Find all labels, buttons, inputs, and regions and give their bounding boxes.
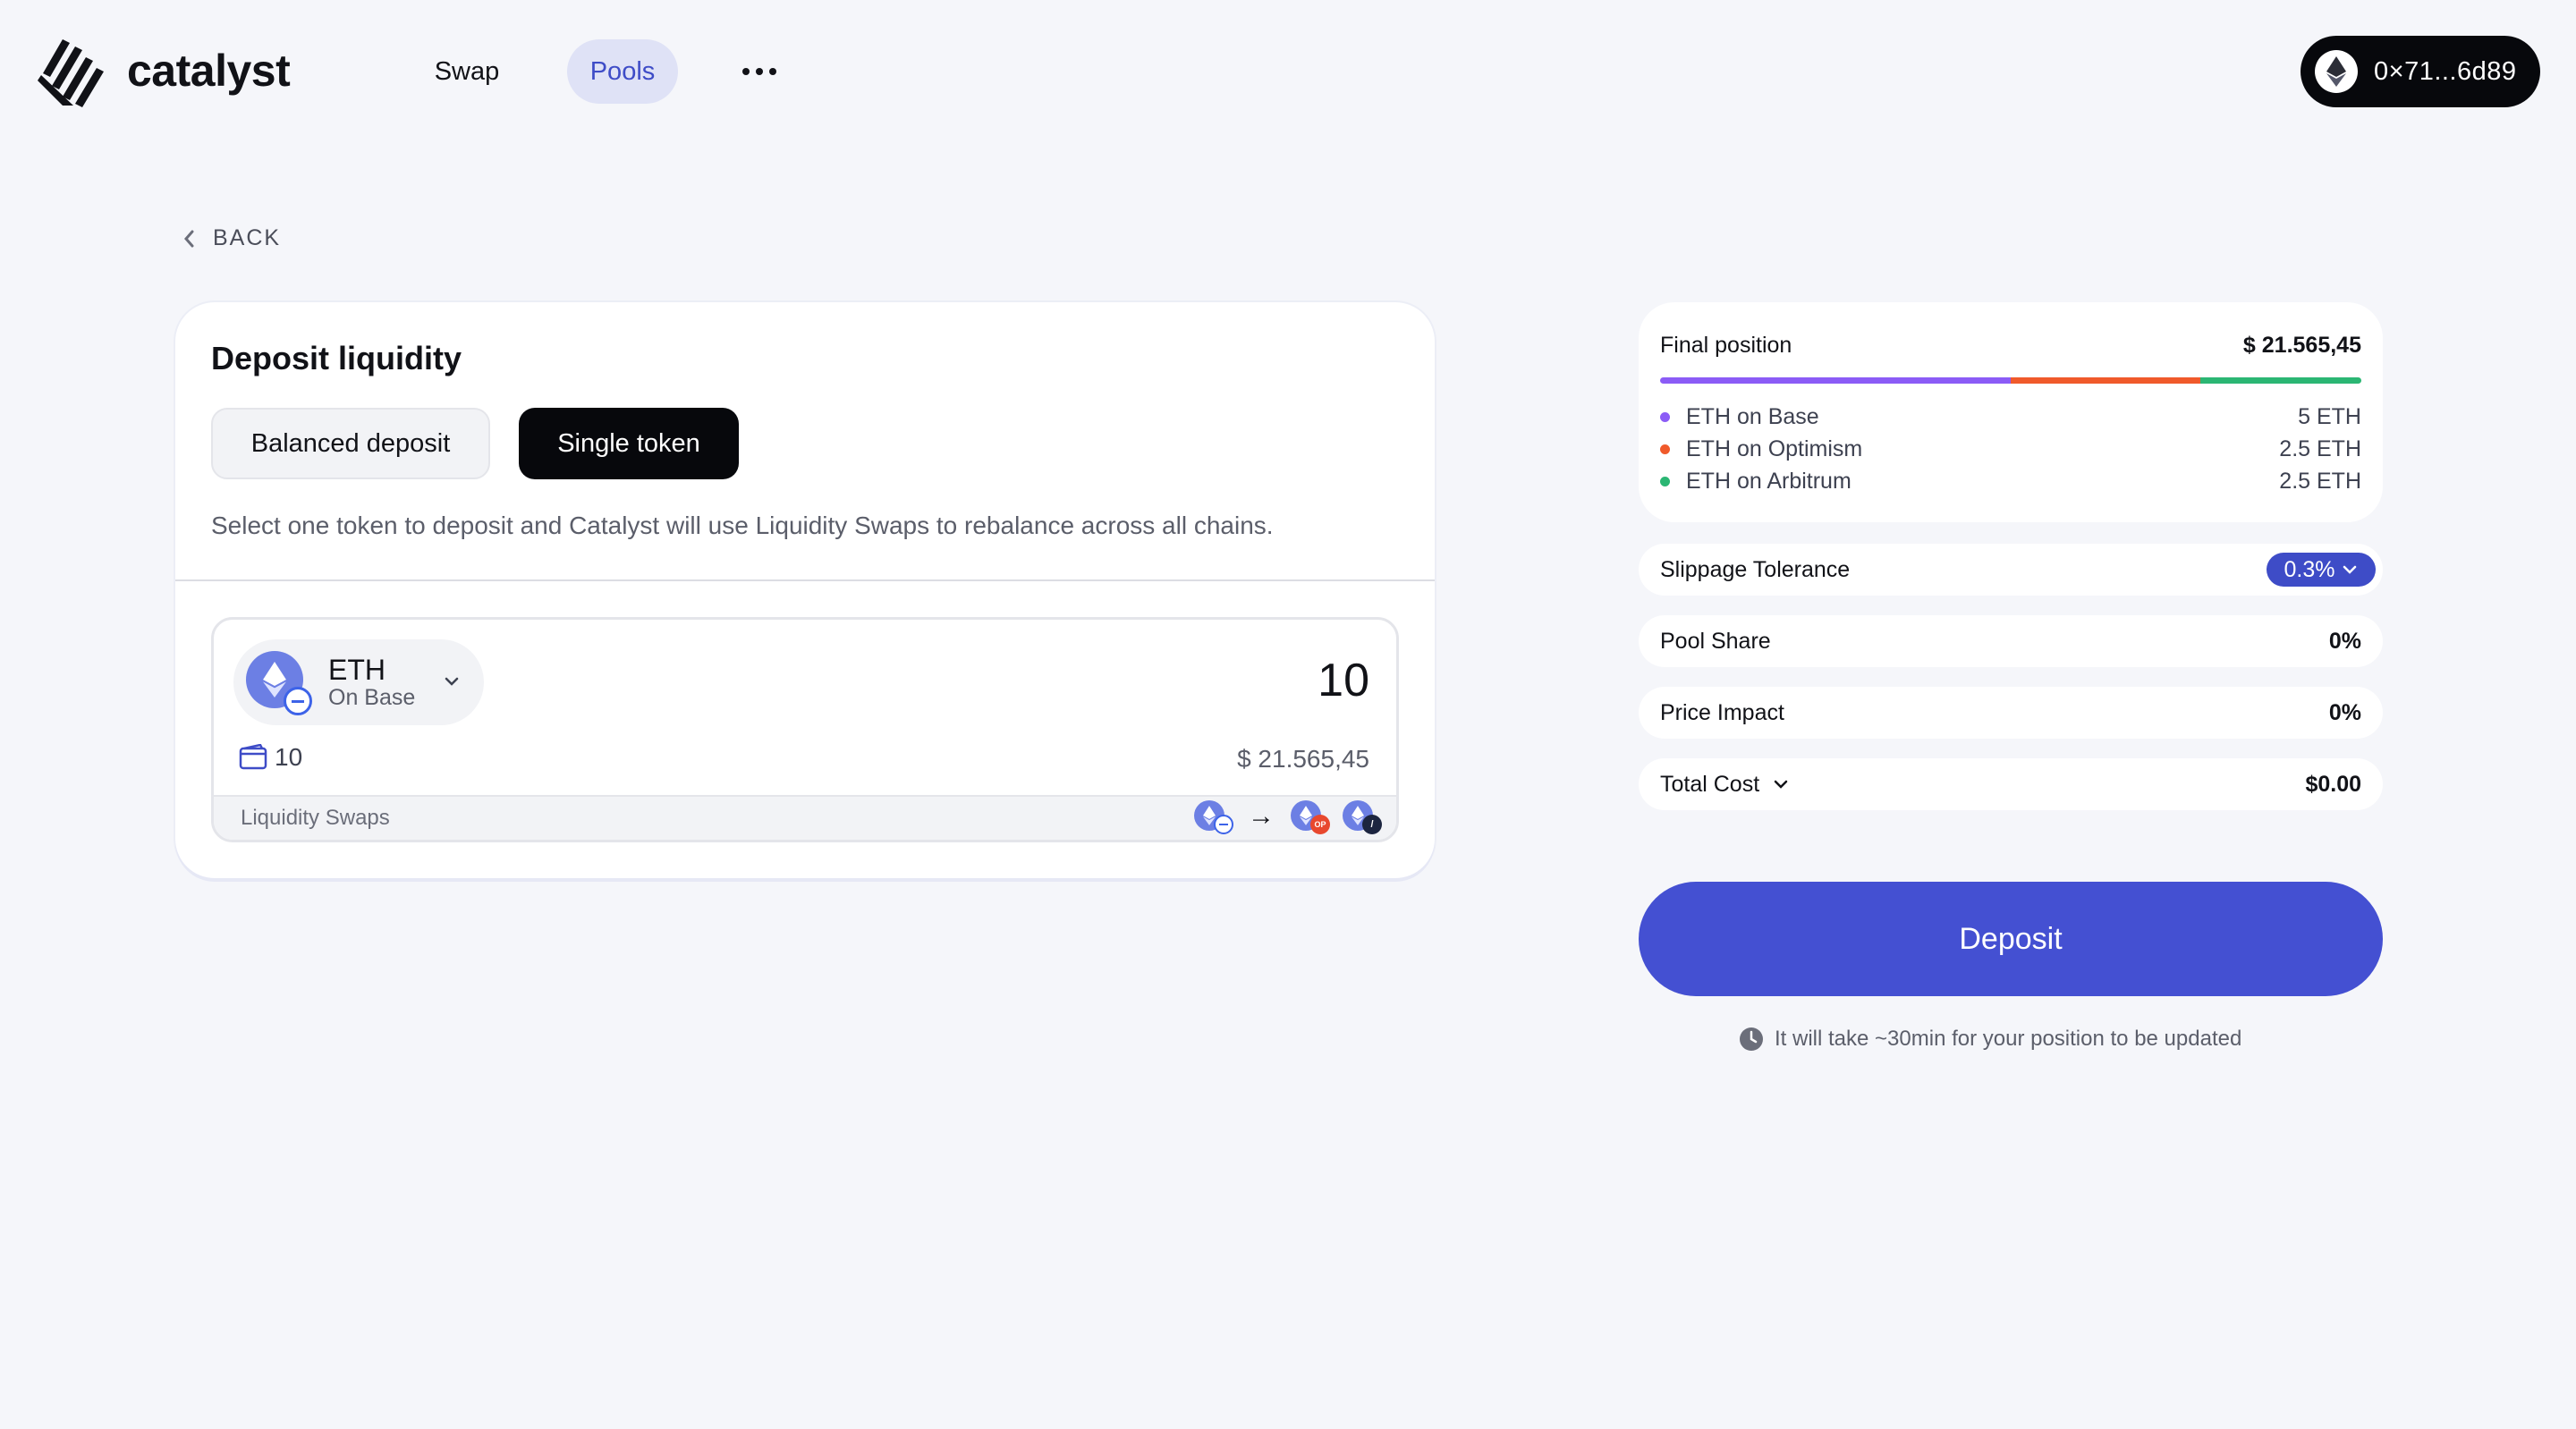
arrow-right-icon: → [1248, 801, 1275, 831]
price-impact-label: Price Impact [1660, 699, 1784, 725]
wallet-icon [239, 744, 267, 770]
token-input-box: ETH On Base 10 10 $ 21.565,45 Liquidity … [211, 617, 1399, 842]
dot-icon [769, 68, 776, 75]
allocation-list: ETH on Base 5 ETH ETH on Optimism 2.5 ET… [1660, 401, 2361, 497]
liquidity-swaps-bar: Liquidity Swaps → OP / [214, 795, 1396, 840]
usd-value: $ 21.565,45 [1237, 745, 1369, 773]
single-token-tab[interactable]: Single token [519, 408, 739, 479]
base-dot-icon [1660, 411, 1670, 422]
more-menu-button[interactable] [733, 39, 785, 104]
allocation-segment-arbitrum [2199, 377, 2361, 384]
nav-pools[interactable]: Pools [567, 39, 678, 104]
timing-note: It will take ~30min for your position to… [1739, 1027, 2241, 1052]
swap-route: → OP / [1194, 800, 1382, 834]
brand-name: catalyst [127, 46, 291, 96]
allocation-bar [1660, 377, 2361, 384]
token-chain: On Base [328, 685, 416, 710]
pool-share-label: Pool Share [1660, 628, 1771, 654]
total-cost-row[interactable]: Total Cost $0.00 [1639, 758, 2383, 810]
price-impact-value: 0% [2328, 699, 2361, 725]
pool-share-row: Pool Share 0% [1639, 615, 2383, 667]
timing-note-text: It will take ~30min for your position to… [1775, 1027, 2242, 1051]
allocation-segment-base [1660, 377, 2011, 384]
allocation-row: ETH on Optimism 2.5 ETH [1660, 433, 2361, 465]
slippage-label: Slippage Tolerance [1660, 556, 1851, 582]
eth-arbitrum-icon: / [1343, 800, 1382, 834]
divider [175, 579, 1435, 581]
balanced-deposit-tab[interactable]: Balanced deposit [211, 408, 490, 479]
slippage-row: Slippage Tolerance 0.3% [1639, 544, 2383, 596]
nav-swap[interactable]: Swap [419, 39, 515, 104]
allocation-label: ETH on Optimism [1686, 435, 1863, 461]
deposit-card: Deposit liquidity Balanced deposit Singl… [175, 302, 1435, 878]
allocation-row: ETH on Arbitrum 2.5 ETH [1660, 465, 2361, 497]
ethereum-icon [2315, 50, 2358, 93]
allocation-value: 5 ETH [2298, 403, 2361, 429]
allocation-value: 2.5 ETH [2279, 435, 2361, 461]
wallet-button[interactable]: 0×71...6d89 [2301, 36, 2540, 107]
slippage-value: 0.3% [2284, 556, 2335, 582]
clock-icon [1740, 1027, 1763, 1051]
chevron-left-icon [184, 230, 194, 247]
allocation-segment-optimism [2011, 377, 2200, 384]
chevron-down-icon [445, 677, 459, 686]
deposit-button[interactable]: Deposit [1639, 882, 2383, 996]
back-label: BACK [213, 225, 282, 250]
token-selector[interactable]: ETH On Base [233, 639, 484, 725]
chevron-down-icon [1774, 780, 1788, 789]
chevron-down-icon [2343, 565, 2357, 574]
dot-icon [756, 68, 763, 75]
wallet-balance[interactable]: 10 [239, 743, 302, 772]
allocation-row: ETH on Base 5 ETH [1660, 401, 2361, 433]
arbitrum-dot-icon [1660, 476, 1670, 486]
balance-value: 10 [275, 743, 303, 771]
eth-base-token-icon [246, 651, 312, 715]
slippage-dropdown[interactable]: 0.3% [2267, 553, 2376, 587]
final-position-card: Final position $ 21.565,45 ETH on Base 5… [1639, 302, 2383, 522]
eth-base-icon [1194, 800, 1233, 834]
card-title: Deposit liquidity [211, 340, 462, 376]
total-cost-label: Total Cost [1660, 771, 1760, 797]
allocation-value: 2.5 ETH [2279, 468, 2361, 494]
allocation-label: ETH on Arbitrum [1686, 468, 1852, 494]
price-impact-row: Price Impact 0% [1639, 687, 2383, 739]
total-cost-value: $0.00 [2305, 771, 2361, 797]
allocation-label: ETH on Base [1686, 403, 1819, 429]
amount-input[interactable]: 10 [1318, 654, 1369, 707]
dot-icon [742, 68, 750, 75]
back-button[interactable]: BACK [182, 225, 281, 251]
token-symbol: ETH [328, 654, 386, 686]
final-position-label: Final position [1660, 333, 1792, 358]
pool-share-value: 0% [2328, 628, 2361, 654]
catalyst-logo-icon [38, 39, 104, 107]
base-chain-icon [284, 687, 312, 715]
final-position-value: $ 21.565,45 [2242, 333, 2361, 358]
wallet-address: 0×71...6d89 [2374, 56, 2517, 86]
card-description: Select one token to deposit and Catalyst… [211, 512, 1274, 539]
optimism-dot-icon [1660, 444, 1670, 454]
liquidity-swaps-label: Liquidity Swaps [241, 806, 390, 830]
eth-optimism-icon: OP [1291, 800, 1330, 834]
catalyst-logo[interactable]: catalyst [36, 34, 291, 107]
